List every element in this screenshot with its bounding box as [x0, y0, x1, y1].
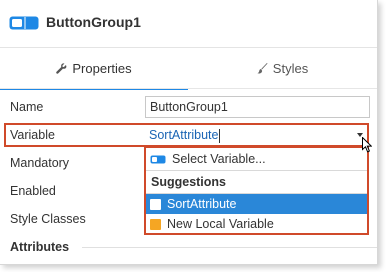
attribute-square-icon	[150, 198, 161, 210]
divider	[146, 170, 367, 171]
variable-input[interactable]: SortAttribute	[145, 125, 371, 145]
panel-header: ButtonGroup1	[0, 0, 377, 46]
variable-dropdown: Select Variable... Suggestions SortAttri…	[144, 146, 369, 235]
properties-panel: ButtonGroup1 Properties Styles Name Butt…	[0, 0, 378, 265]
panel-tabs: Properties Styles	[0, 47, 377, 90]
name-input[interactable]: ButtonGroup1	[145, 96, 370, 118]
widget-title: ButtonGroup1	[46, 14, 141, 30]
text-caret	[219, 128, 221, 143]
select-variable-label: Select Variable...	[172, 152, 266, 166]
mandatory-label: Mandatory	[10, 156, 70, 170]
suggestion-sortattribute[interactable]: SortAttribute	[146, 194, 367, 214]
variable-label: Variable	[10, 128, 55, 142]
wrench-icon	[56, 62, 67, 74]
toggle-switch-icon	[150, 155, 166, 163]
divider	[82, 247, 377, 248]
mouse-pointer-icon	[362, 137, 372, 153]
attributes-heading: Attributes	[10, 240, 70, 254]
suggestion-label: SortAttribute	[167, 197, 237, 211]
local-variable-square-icon	[150, 218, 161, 230]
brush-icon	[257, 62, 268, 73]
tab-styles-label: Styles	[272, 60, 309, 76]
tab-properties-label: Properties	[72, 60, 132, 76]
toggle-switch-icon	[9, 16, 39, 30]
suggestion-label: New Local Variable	[167, 217, 274, 231]
divider	[0, 88, 377, 89]
name-label: Name	[10, 100, 44, 114]
select-variable-option[interactable]: Select Variable...	[146, 149, 367, 169]
tab-properties[interactable]: Properties	[0, 48, 188, 88]
tab-styles[interactable]: Styles	[188, 48, 377, 88]
enabled-label: Enabled	[10, 184, 56, 198]
style-classes-label: Style Classes	[10, 212, 86, 226]
variable-value: SortAttribute	[149, 128, 219, 142]
suggestion-new-local-variable[interactable]: New Local Variable	[146, 214, 367, 234]
suggestions-heading: Suggestions	[151, 175, 227, 189]
